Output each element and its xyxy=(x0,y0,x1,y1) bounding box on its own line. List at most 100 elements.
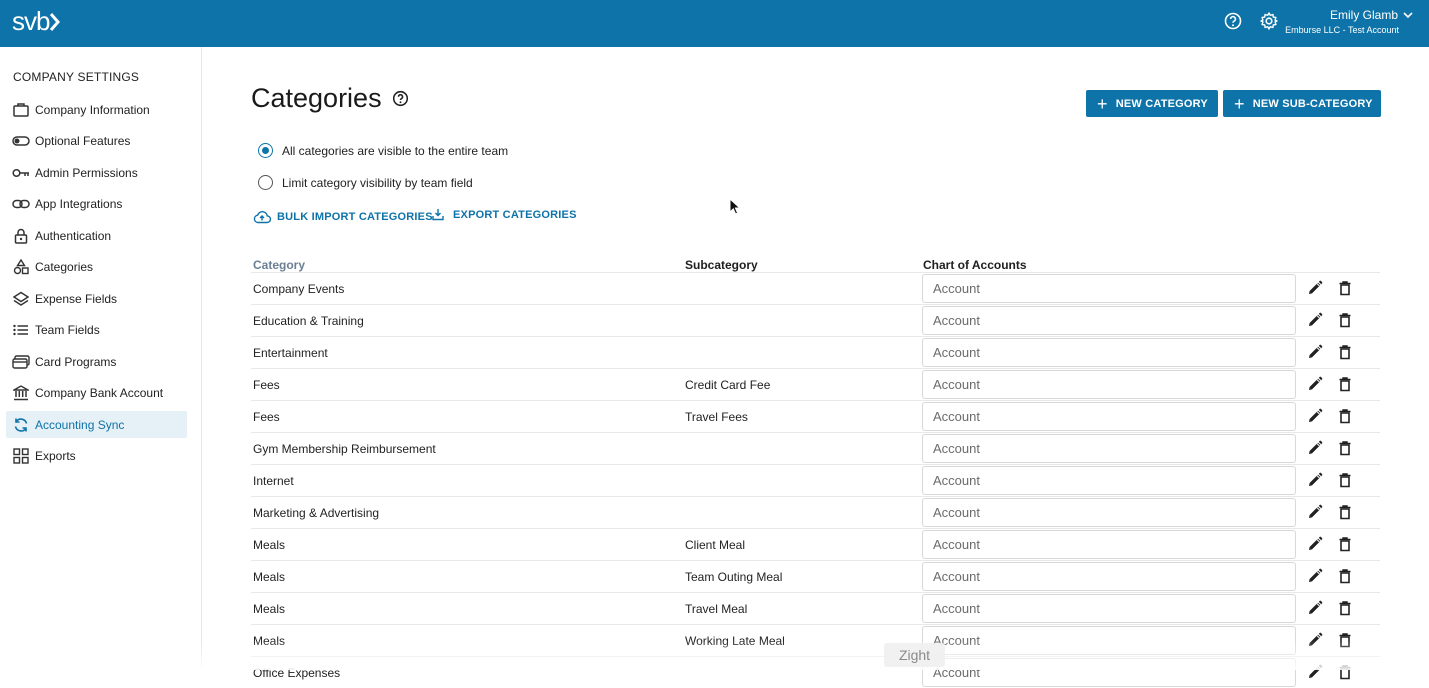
edit-pencil-icon[interactable] xyxy=(1307,312,1323,328)
edit-pencil-icon[interactable] xyxy=(1307,536,1323,552)
list-icon xyxy=(12,321,30,339)
delete-trash-icon[interactable] xyxy=(1337,568,1353,584)
sidebar-item-label: Authentication xyxy=(35,228,112,243)
account-input[interactable] xyxy=(922,306,1296,335)
account-input[interactable] xyxy=(922,402,1296,431)
gear-icon[interactable] xyxy=(1259,11,1279,31)
page-title: Categories xyxy=(251,83,409,114)
delete-trash-icon[interactable] xyxy=(1337,312,1353,328)
bulk-import-link[interactable]: BULK IMPORT CATEGORIES xyxy=(253,210,433,224)
visibility-all-radio[interactable]: All categories are visible to the entire… xyxy=(258,143,508,158)
sidebar-item-label: Admin Permissions xyxy=(35,165,138,180)
account-input[interactable] xyxy=(922,338,1296,367)
sidebar-item-optional-features[interactable]: Optional Features xyxy=(6,128,187,155)
edit-pencil-icon[interactable] xyxy=(1307,568,1323,584)
sidebar-item-app-integrations[interactable]: App Integrations xyxy=(6,191,187,218)
column-header-category[interactable]: Category xyxy=(253,258,305,272)
sidebar-item-team-fields[interactable]: Team Fields xyxy=(6,317,187,344)
account-input[interactable] xyxy=(922,594,1296,623)
radio-unchecked[interactable] xyxy=(258,175,273,190)
edit-pencil-icon[interactable] xyxy=(1307,664,1323,680)
delete-trash-icon[interactable] xyxy=(1337,664,1353,680)
delete-trash-icon[interactable] xyxy=(1337,408,1353,424)
table-row: Entertainment xyxy=(251,336,1380,368)
bank-icon xyxy=(12,384,30,402)
delete-trash-icon[interactable] xyxy=(1337,440,1353,456)
sidebar-item-label: Accounting Sync xyxy=(35,417,125,432)
category-cell: Office Expenses xyxy=(253,665,341,680)
new-category-label: NEW CATEGORY xyxy=(1115,97,1208,110)
layers-icon xyxy=(12,290,30,308)
radio-checked[interactable] xyxy=(258,143,273,158)
table-row: Fees Credit Card Fee xyxy=(251,368,1380,400)
user-name: Emily Glamb xyxy=(1329,8,1398,22)
table-row: Company Events xyxy=(251,272,1380,304)
account-input[interactable] xyxy=(922,466,1296,495)
edit-pencil-icon[interactable] xyxy=(1307,344,1323,360)
sidebar-item-label: Team Fields xyxy=(35,323,100,337)
sidebar-item-authentication[interactable]: Authentication xyxy=(6,222,187,249)
new-category-button[interactable]: + NEW CATEGORY xyxy=(1086,90,1218,117)
download-icon xyxy=(432,209,444,221)
sidebar-item-label: Categories xyxy=(35,260,94,274)
user-menu[interactable]: Emily Glamb Emburse LLC - Test Account xyxy=(1285,8,1413,35)
delete-trash-icon[interactable] xyxy=(1337,600,1353,616)
edit-pencil-icon[interactable] xyxy=(1307,376,1323,392)
sidebar-title: COMPANY SETTINGS xyxy=(13,70,140,84)
account-input[interactable] xyxy=(922,530,1296,559)
sidebar-item-accounting-sync[interactable]: Accounting Sync xyxy=(6,411,187,438)
edit-pencil-icon[interactable] xyxy=(1307,440,1323,456)
delete-trash-icon[interactable] xyxy=(1337,344,1353,360)
new-subcategory-label: NEW SUB-CATEGORY xyxy=(1252,97,1373,110)
account-input[interactable] xyxy=(922,498,1296,527)
help-circle-icon[interactable] xyxy=(1223,11,1243,31)
edit-pencil-icon[interactable] xyxy=(1307,472,1323,488)
delete-trash-icon[interactable] xyxy=(1337,280,1353,296)
sidebar-item-expense-fields[interactable]: Expense Fields xyxy=(6,285,187,312)
sidebar-item-company-information[interactable]: Company Information xyxy=(6,96,187,123)
category-cell: Education & Training xyxy=(253,313,364,328)
sidebar-item-exports[interactable]: Exports xyxy=(6,443,187,470)
edit-pencil-icon[interactable] xyxy=(1307,632,1323,648)
logo-chevron-icon xyxy=(50,12,61,31)
column-header-chart-of-accounts: Chart of Accounts xyxy=(923,258,1027,272)
visibility-limit-radio[interactable]: Limit category visibility by team field xyxy=(258,175,473,190)
new-subcategory-button[interactable]: + NEW SUB-CATEGORY xyxy=(1223,90,1381,117)
plus-icon: + xyxy=(1097,93,1108,114)
edit-pencil-icon[interactable] xyxy=(1307,408,1323,424)
edit-pencil-icon[interactable] xyxy=(1307,280,1323,296)
account-input[interactable] xyxy=(922,658,1296,687)
table-row: Meals Team Outing Meal xyxy=(251,560,1380,592)
sidebar-item-label: Optional Features xyxy=(35,134,131,148)
export-categories-link[interactable]: EXPORT CATEGORIES xyxy=(432,208,577,221)
svb-logo[interactable]: svb xyxy=(12,6,61,37)
account-input[interactable] xyxy=(922,274,1296,303)
account-input[interactable] xyxy=(922,562,1296,591)
account-input[interactable] xyxy=(922,434,1296,463)
edit-pencil-icon[interactable] xyxy=(1307,504,1323,520)
account-input[interactable] xyxy=(922,370,1296,399)
link-icon xyxy=(12,195,30,213)
delete-trash-icon[interactable] xyxy=(1337,472,1353,488)
account-input[interactable] xyxy=(922,626,1296,655)
edit-pencil-icon[interactable] xyxy=(1307,600,1323,616)
category-cell: Meals xyxy=(253,537,286,552)
help-circle-icon[interactable] xyxy=(392,90,409,107)
delete-trash-icon[interactable] xyxy=(1337,536,1353,552)
sidebar-item-card-programs[interactable]: Card Programs xyxy=(6,348,187,375)
plus-icon: + xyxy=(1234,93,1245,114)
delete-trash-icon[interactable] xyxy=(1337,632,1353,648)
table-row: Education & Training xyxy=(251,304,1380,336)
delete-trash-icon[interactable] xyxy=(1337,504,1353,520)
sidebar-item-label: Exports xyxy=(35,449,76,463)
sidebar-item-admin-permissions[interactable]: Admin Permissions xyxy=(6,159,187,186)
category-cell: Gym Membership Reimbursement xyxy=(253,441,436,456)
delete-trash-icon[interactable] xyxy=(1337,376,1353,392)
lock-icon xyxy=(12,227,30,245)
grid-icon xyxy=(12,447,30,465)
sidebar-nav: Company Information Optional Features Ad… xyxy=(6,96,187,474)
sidebar-item-company-bank-account[interactable]: Company Bank Account xyxy=(6,380,187,407)
key-icon xyxy=(12,164,30,182)
sidebar-item-categories[interactable]: Categories xyxy=(6,254,187,281)
sync-icon xyxy=(12,416,30,434)
